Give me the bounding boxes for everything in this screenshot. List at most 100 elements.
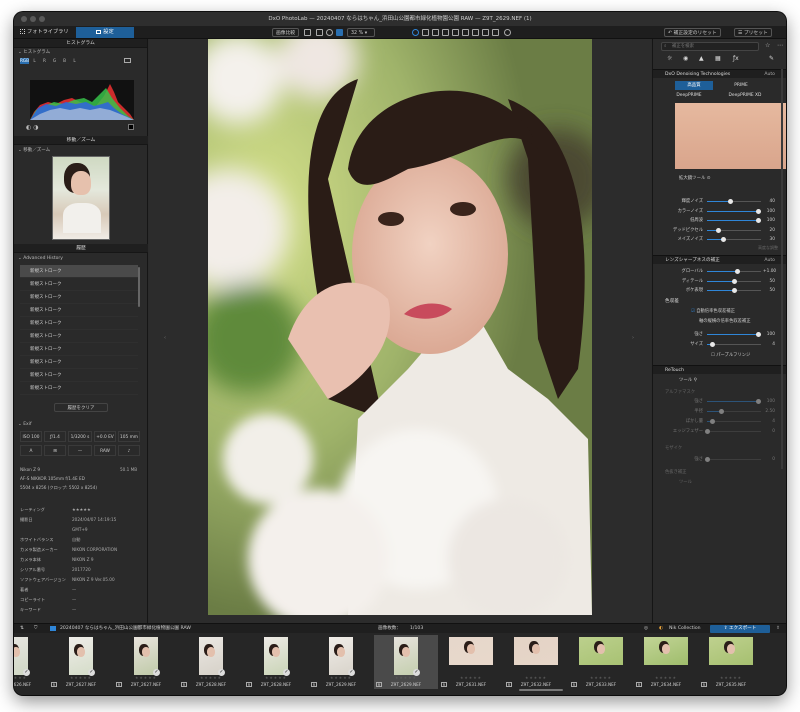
history-item[interactable]: 新規ストローク xyxy=(20,343,138,356)
slider-knob[interactable] xyxy=(715,227,721,233)
slider-knob[interactable] xyxy=(710,342,716,347)
slider-track[interactable] xyxy=(707,227,761,233)
history-item[interactable]: 新規ストローク xyxy=(20,330,138,343)
channel-g-button[interactable]: G xyxy=(50,58,59,64)
clip-shadows-icon[interactable]: ◐ ◑ xyxy=(26,124,38,131)
slider-value[interactable]: 0 xyxy=(763,427,775,436)
denoise-hq-button[interactable]: 高品質 xyxy=(675,81,713,90)
filmstrip-thumbnail[interactable]: ★★★★★ R Z9T_2635.NEF xyxy=(699,635,763,689)
filmstrip-thumbnail[interactable]: ✓★★★★★RZ9T_2626.NEF xyxy=(14,635,48,689)
slider-track[interactable] xyxy=(707,199,761,204)
purple-fringe-checkbox[interactable]: ☐ パープルフリンジ xyxy=(711,352,750,358)
picker-icon[interactable] xyxy=(492,29,499,36)
search-input[interactable]: ⌕ 補正を検索 xyxy=(661,42,759,51)
slider-track[interactable] xyxy=(707,288,761,293)
move-icon[interactable] xyxy=(336,29,343,36)
image-canvas[interactable]: ‹ › xyxy=(149,39,651,623)
slider-value[interactable]: 40 xyxy=(763,197,775,206)
history-item[interactable]: 新規ストローク xyxy=(20,382,138,395)
navigator-thumbnail[interactable] xyxy=(52,156,110,240)
history-subheader[interactable]: ⌄ Advanced History xyxy=(14,254,67,262)
retouch-header[interactable]: ReTouch xyxy=(653,365,786,374)
denoise-auto[interactable]: Auto xyxy=(764,70,775,79)
filmstrip-thumbnail[interactable]: ★★★★★ R Z9T_2633.NEF xyxy=(569,635,633,689)
channel-b-button[interactable]: B xyxy=(60,58,69,64)
channel-l-button[interactable]: L xyxy=(30,58,39,64)
slider-knob[interactable] xyxy=(732,278,737,284)
denoise-deepprimexd-button[interactable]: DeepPRIME XD xyxy=(715,91,775,100)
slider-value[interactable]: +1.00 xyxy=(763,267,776,276)
light-palette-icon[interactable]: ☼ xyxy=(667,55,672,62)
filmstrip-scrollbar[interactable] xyxy=(519,689,563,691)
slider-knob[interactable] xyxy=(734,269,740,274)
slider-track[interactable] xyxy=(707,399,762,404)
fringe-header[interactable]: 色収差 xyxy=(653,297,786,306)
history-header[interactable]: 履歴 xyxy=(14,244,148,253)
more-icon[interactable]: ⋯ xyxy=(777,42,783,49)
history-item[interactable]: 新規ストローク xyxy=(20,369,138,382)
slider-value[interactable]: 20 xyxy=(763,226,775,235)
zoom-window-button[interactable] xyxy=(39,16,45,22)
close-window-button[interactable] xyxy=(21,16,27,22)
denoise-preview[interactable] xyxy=(675,103,786,169)
geometry-palette-icon[interactable]: ▦ xyxy=(715,55,721,62)
straighten-icon[interactable] xyxy=(452,29,459,36)
rating-stars[interactable]: ★★★★★ xyxy=(634,675,698,680)
view-mode-icon[interactable] xyxy=(412,29,419,36)
history-scrollbar[interactable] xyxy=(138,267,140,307)
slider-value[interactable]: 50 xyxy=(763,286,775,295)
rating-stars[interactable]: ★★★★★ xyxy=(699,675,763,680)
perspective-icon[interactable] xyxy=(462,29,469,36)
tab-photo-library[interactable]: フォトライブラリ xyxy=(16,27,73,38)
slider-knob[interactable] xyxy=(732,288,737,293)
slider-knob[interactable] xyxy=(756,218,762,223)
filmstrip-thumbnail[interactable]: ✓ ★★★★★ R Z9T_2628.NEF xyxy=(179,635,243,689)
denoise-prime-button[interactable]: PRIME xyxy=(719,81,763,90)
slider-value[interactable]: 50 xyxy=(763,277,775,286)
rating-stars[interactable]: ★★★★★ xyxy=(569,675,633,680)
eyedropper-icon[interactable]: ✎ xyxy=(769,55,774,62)
lens-sharpness-header[interactable]: レンズシャープネスの補正 Auto xyxy=(653,255,786,264)
slider-track[interactable] xyxy=(707,269,761,274)
channel-r-button[interactable]: R xyxy=(40,58,49,64)
denoise-deepprime-button[interactable]: DeepPRIME xyxy=(665,91,713,100)
slider-knob[interactable] xyxy=(705,457,710,462)
rating-stars[interactable]: ★★★★★ xyxy=(439,675,503,680)
slider-knob[interactable] xyxy=(756,399,762,404)
filmstrip-thumbnail[interactable]: ✓ ★★★★★ R Z9T_2628.NEF xyxy=(244,635,308,689)
history-item[interactable]: 新規ストローク xyxy=(20,278,138,291)
slider-knob[interactable] xyxy=(721,237,727,242)
preset-button[interactable]: ☰ プリセット xyxy=(734,28,772,37)
lens-auto[interactable]: Auto xyxy=(764,256,775,265)
auto-fringe-checkbox[interactable]: ☑ 自動倍率色収差補正 xyxy=(691,308,735,314)
slider-knob[interactable] xyxy=(756,208,762,214)
slider-value[interactable]: 0 xyxy=(763,455,775,464)
export-button[interactable]: ⇪ エクスポート xyxy=(710,625,770,633)
filmstrip-thumbnail[interactable]: ✓ ★★★★★ R Z9T_2629.NEF xyxy=(309,635,373,689)
reset-corrections-button[interactable]: ↶ 補正設定のリセット xyxy=(664,28,721,37)
slider-knob[interactable] xyxy=(727,199,733,204)
tab-customize[interactable]: 設定 xyxy=(76,27,134,38)
slider-value[interactable]: 100 xyxy=(763,207,775,216)
histogram-subheader[interactable]: ⌄ ヒストグラム xyxy=(14,48,147,56)
rating-stars[interactable]: ★★★★★ xyxy=(504,675,568,680)
brush-icon[interactable] xyxy=(422,29,429,36)
history-item[interactable]: 新規ストローク xyxy=(20,356,138,369)
channel-l2-button[interactable]: L xyxy=(70,58,79,64)
eye-icon[interactable] xyxy=(504,29,511,36)
exif-subheader[interactable]: ⌄ Exif xyxy=(14,420,36,428)
filmstrip-thumbnail[interactable]: ★★★★★ R Z9T_2632.NEF xyxy=(504,635,568,689)
minimize-window-button[interactable] xyxy=(30,16,36,22)
slider-track[interactable] xyxy=(707,332,762,337)
repair-icon[interactable] xyxy=(442,29,449,36)
pen-icon[interactable] xyxy=(432,29,439,36)
local-adjust-icon[interactable] xyxy=(472,29,479,36)
monitor-icon[interactable] xyxy=(124,58,131,63)
rating-stars[interactable]: ★★★★★ xyxy=(179,675,243,680)
slider-value[interactable]: 100 xyxy=(763,216,775,225)
slider-track[interactable] xyxy=(707,342,761,347)
slider-knob[interactable] xyxy=(756,332,762,337)
crop-tool-icon[interactable] xyxy=(482,29,489,36)
rating-stars[interactable]: ★★★★★ xyxy=(49,675,113,680)
history-item[interactable]: 新規ストローク xyxy=(20,265,138,278)
